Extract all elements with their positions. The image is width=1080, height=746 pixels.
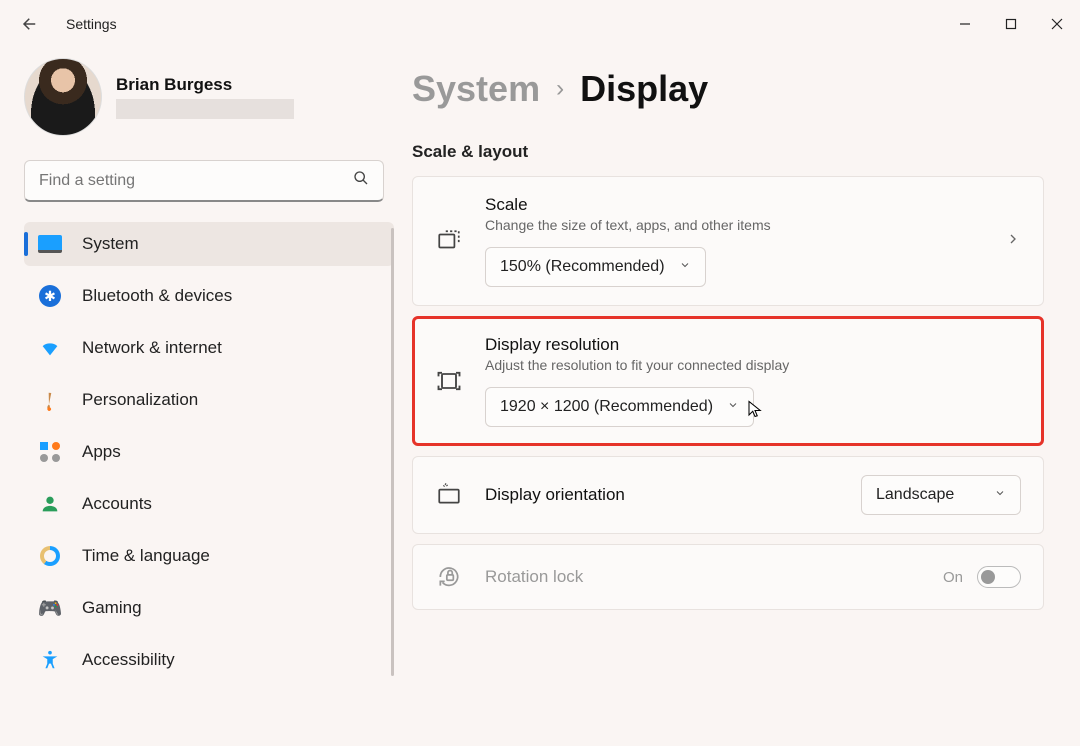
sidebar-item-label: Network & internet — [82, 338, 222, 358]
sidebar-item-label: Gaming — [82, 598, 142, 618]
search-box[interactable] — [24, 160, 384, 202]
maximize-button[interactable] — [988, 8, 1034, 40]
sidebar-item-accessibility[interactable]: Accessibility — [24, 638, 394, 682]
resolution-select[interactable]: 1920 × 1200 (Recommended) — [485, 387, 754, 427]
scale-subtitle: Change the size of text, apps, and other… — [485, 217, 983, 233]
apps-icon — [38, 440, 62, 464]
scale-select[interactable]: 150% (Recommended) — [485, 247, 706, 287]
expand-chevron[interactable] — [1005, 231, 1021, 252]
accessibility-icon — [38, 648, 62, 672]
profile[interactable]: Brian Burgess — [24, 58, 400, 136]
orientation-title: Display orientation — [485, 485, 839, 505]
nav: System ✱ Bluetooth & devices Network & i… — [24, 222, 394, 682]
sidebar-item-label: Apps — [82, 442, 121, 462]
scale-icon — [435, 227, 463, 255]
sidebar-item-bluetooth[interactable]: ✱ Bluetooth & devices — [24, 274, 394, 318]
brush-icon — [33, 383, 67, 417]
system-icon — [38, 232, 62, 256]
search-icon — [353, 170, 369, 191]
scale-value: 150% (Recommended) — [500, 258, 665, 276]
bluetooth-icon: ✱ — [38, 284, 62, 308]
titlebar: Settings — [0, 0, 1080, 48]
resolution-card[interactable]: Display resolution Adjust the resolution… — [412, 316, 1044, 446]
breadcrumb: System › Display — [412, 68, 1044, 110]
sidebar-item-accounts[interactable]: Accounts — [24, 482, 394, 526]
chevron-right-icon: › — [556, 75, 564, 103]
rotation-lock-toggle[interactable] — [977, 566, 1021, 588]
minimize-button[interactable] — [942, 8, 988, 40]
sidebar-item-label: Accounts — [82, 494, 152, 514]
rotation-lock-card: Rotation lock On — [412, 544, 1044, 610]
sidebar-item-personalization[interactable]: Personalization — [24, 378, 394, 422]
profile-name: Brian Burgess — [116, 75, 294, 95]
search-input[interactable] — [39, 172, 353, 190]
orientation-select[interactable]: Landscape — [861, 475, 1021, 515]
chevron-down-icon — [679, 258, 691, 276]
orientation-icon — [435, 481, 463, 509]
main-content: System › Display Scale & layout Scale Ch… — [400, 48, 1080, 746]
resolution-subtitle: Adjust the resolution to fit your connec… — [485, 357, 1021, 373]
chevron-down-icon — [994, 486, 1006, 504]
rotation-lock-title: Rotation lock — [485, 567, 921, 587]
sidebar-item-network[interactable]: Network & internet — [24, 326, 394, 370]
scale-title: Scale — [485, 195, 983, 215]
section-header: Scale & layout — [412, 142, 1044, 162]
account-icon — [38, 492, 62, 516]
resolution-title: Display resolution — [485, 335, 1021, 355]
avatar — [24, 58, 102, 136]
window-controls — [942, 8, 1080, 40]
app-title: Settings — [66, 16, 117, 32]
scale-card[interactable]: Scale Change the size of text, apps, and… — [412, 176, 1044, 306]
sidebar-item-apps[interactable]: Apps — [24, 430, 394, 474]
cursor-icon — [746, 400, 764, 418]
orientation-value: Landscape — [876, 486, 954, 504]
rotation-lock-icon — [435, 563, 463, 591]
resolution-value: 1920 × 1200 (Recommended) — [500, 398, 713, 416]
sidebar-item-system[interactable]: System — [24, 222, 394, 266]
sidebar-item-label: Time & language — [82, 546, 210, 566]
sidebar-item-label: Bluetooth & devices — [82, 286, 232, 306]
close-button[interactable] — [1034, 8, 1080, 40]
sidebar-item-label: Accessibility — [82, 650, 175, 670]
sidebar-item-time[interactable]: Time & language — [24, 534, 394, 578]
sidebar-item-label: System — [82, 234, 139, 254]
orientation-card[interactable]: Display orientation Landscape — [412, 456, 1044, 534]
gamepad-icon: 🎮 — [38, 596, 62, 620]
profile-email-redacted — [116, 99, 294, 119]
clock-icon — [38, 544, 62, 568]
sidebar-item-gaming[interactable]: 🎮 Gaming — [24, 586, 394, 630]
wifi-icon — [38, 336, 62, 360]
resolution-icon — [435, 367, 463, 395]
chevron-down-icon — [727, 398, 739, 416]
back-button[interactable] — [10, 4, 50, 44]
sidebar: Brian Burgess System ✱ Bluetooth & devic… — [0, 48, 400, 746]
breadcrumb-current: Display — [580, 68, 708, 110]
breadcrumb-parent[interactable]: System — [412, 68, 540, 110]
sidebar-item-label: Personalization — [82, 390, 198, 410]
rotation-lock-state: On — [943, 569, 963, 586]
